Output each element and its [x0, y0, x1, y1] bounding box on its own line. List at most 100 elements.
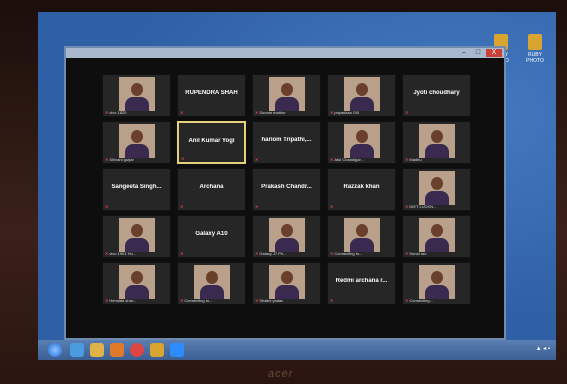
folder-icon[interactable]	[150, 343, 164, 357]
participant-video	[419, 218, 455, 252]
participant-tile[interactable]: ✕priyankaa Gill	[327, 74, 396, 117]
participant-name: Prakash Chandr...	[261, 184, 312, 190]
muted-mic-icon: ✕	[330, 110, 334, 115]
participant-name: hariom Tripathi,...	[261, 137, 312, 143]
participant-tile[interactable]: Archana ✕	[177, 168, 246, 211]
participant-tile[interactable]: ✕Shalini yadav	[252, 262, 321, 305]
participant-label: ✕Shalini yadav	[255, 298, 283, 303]
participant-video	[119, 124, 155, 158]
participant-tile[interactable]: ✕Connecting to...	[327, 215, 396, 258]
participant-tile[interactable]: ✕Connecting...	[402, 262, 471, 305]
participant-tile[interactable]: Razzak khan ✕	[327, 168, 396, 211]
participant-device-label: DIET LUCKN...	[409, 204, 437, 209]
muted-mic-icon: ✕	[180, 110, 184, 115]
media-icon[interactable]	[110, 343, 124, 357]
desktop-folder-ruby-photo[interactable]: RUBY PHOTO	[520, 34, 550, 64]
participant-label: ✕Galaxy J7 Pri...	[255, 251, 286, 256]
participant-tile[interactable]: RUPENDRA SHAH ✕	[177, 74, 246, 117]
muted-mic-icon: ✕	[255, 251, 259, 256]
explorer-icon[interactable]	[90, 343, 104, 357]
chrome-icon[interactable]	[130, 343, 144, 357]
participant-tile[interactable]: Prakash Chandr... ✕	[252, 168, 321, 211]
participant-label: ✕Atul Chandigar...	[330, 157, 364, 162]
folder-icon	[528, 34, 542, 50]
participant-video	[194, 265, 230, 299]
participant-name: Sangeeta Singh...	[111, 184, 162, 190]
participant-label: ✕Shivani gurjar	[105, 157, 134, 162]
participant-label: ✕DIET LUCKN...	[405, 204, 436, 209]
muted-mic-icon: ✕	[405, 204, 409, 209]
muted-mic-icon: ✕	[255, 204, 259, 209]
participant-label: ✕	[405, 110, 409, 115]
participant-video	[344, 77, 380, 111]
participant-label: ✕Madhu	[405, 157, 422, 162]
participant-label: ✕	[255, 204, 259, 209]
participant-label: ✕	[330, 204, 334, 209]
participant-video	[119, 77, 155, 111]
participant-tile[interactable]: ✕Hemlata shar...	[102, 262, 171, 305]
minimize-button[interactable]: –	[458, 49, 470, 57]
participant-tile[interactable]: ✕DIET LUCKN...	[402, 168, 471, 211]
participant-tile[interactable]: hariom Tripathi,... ✕	[252, 121, 321, 164]
participant-device-label: Sonal rao	[409, 251, 427, 256]
muted-mic-icon: ✕	[405, 298, 409, 303]
muted-mic-icon: ✕	[105, 251, 109, 256]
muted-mic-icon: ✕	[330, 251, 334, 256]
close-button[interactable]: X	[486, 49, 502, 57]
desktop-icon-label: RUBY PHOTO	[526, 52, 544, 64]
participant-label: ✕vivo 1901 Hu...	[105, 251, 136, 256]
participant-tile[interactable]: Galaxy A10 ✕	[177, 215, 246, 258]
participant-tile[interactable]: ✕Connecting to...	[177, 262, 246, 305]
muted-mic-icon: ✕	[330, 298, 334, 303]
participant-tile[interactable]: ✕vivo 1901 Hu...	[102, 215, 171, 258]
participant-video	[269, 265, 305, 299]
ie-icon[interactable]	[70, 343, 84, 357]
start-button[interactable]	[48, 343, 62, 357]
participant-device-label: Connecting...	[409, 298, 433, 303]
participant-tile[interactable]: Redmi archana r... ✕	[327, 262, 396, 305]
participant-tile[interactable]: Jyoti choudhary ✕	[402, 74, 471, 117]
participant-device-label: vivo 1901 Hu...	[109, 251, 137, 256]
participant-video	[119, 218, 155, 252]
zoom-icon[interactable]	[170, 343, 184, 357]
participant-device-label: Atul Chandigar...	[334, 157, 364, 162]
muted-mic-icon: ✕	[180, 298, 184, 303]
participant-label: ✕Connecting...	[405, 298, 433, 303]
muted-mic-icon: ✕	[330, 204, 334, 209]
maximize-button[interactable]: □	[472, 49, 484, 57]
participant-device-label: Connecting to...	[184, 298, 213, 303]
participant-tile[interactable]: ✕Madhu	[402, 121, 471, 164]
participant-device-label: Galaxy J7 Pri...	[259, 251, 287, 256]
participant-label: ✕priyankaa Gill	[330, 110, 359, 115]
acer-logo: acer	[268, 368, 294, 380]
participant-device-label: Madhu	[409, 157, 422, 162]
participant-name: Anil Kumar Yogi	[188, 138, 235, 144]
system-tray[interactable]: ▲ ◂ ▪	[536, 345, 550, 352]
participant-tile[interactable]: ✕vivo 1820	[102, 74, 171, 117]
participant-name: Razzak khan	[343, 184, 380, 190]
muted-mic-icon: ✕	[180, 204, 184, 209]
participant-gallery: ✕vivo 1820 RUPENDRA SHAH ✕ ✕Sonam mathur ✕pr…	[96, 70, 488, 320]
zoom-meeting-window: – □ X ✕vivo 1820 RUPENDRA SHAH ✕ ✕Sonam mat…	[64, 46, 506, 340]
participant-name: Galaxy A10	[195, 231, 228, 237]
participant-tile[interactable]: ✕Galaxy J7 Pri...	[252, 215, 321, 258]
participant-tile[interactable]: Sangeeta Singh... ✕	[102, 168, 171, 211]
muted-mic-icon: ✕	[255, 157, 259, 162]
participant-label: ✕vivo 1820	[105, 110, 126, 115]
muted-mic-icon: ✕	[405, 110, 409, 115]
muted-mic-icon: ✕	[105, 298, 109, 303]
participant-tile[interactable]: ✕Atul Chandigar...	[327, 121, 396, 164]
muted-mic-icon: ✕	[180, 251, 184, 256]
participant-tile[interactable]: ✕Sonal rao	[402, 215, 471, 258]
participant-tile[interactable]: Anil Kumar Yogi ✕	[177, 121, 246, 164]
participant-label: ✕	[180, 204, 184, 209]
participant-name: RUPENDRA SHAH	[185, 90, 238, 96]
participant-video	[419, 124, 455, 158]
participant-label: ✕	[180, 110, 184, 115]
participant-video	[419, 171, 455, 205]
window-titlebar: – □ X	[66, 48, 504, 58]
muted-mic-icon: ✕	[255, 110, 259, 115]
participant-tile[interactable]: ✕Sonam mathur	[252, 74, 321, 117]
participant-tile[interactable]: ✕Shivani gurjar	[102, 121, 171, 164]
participant-name: Archana	[199, 184, 224, 190]
